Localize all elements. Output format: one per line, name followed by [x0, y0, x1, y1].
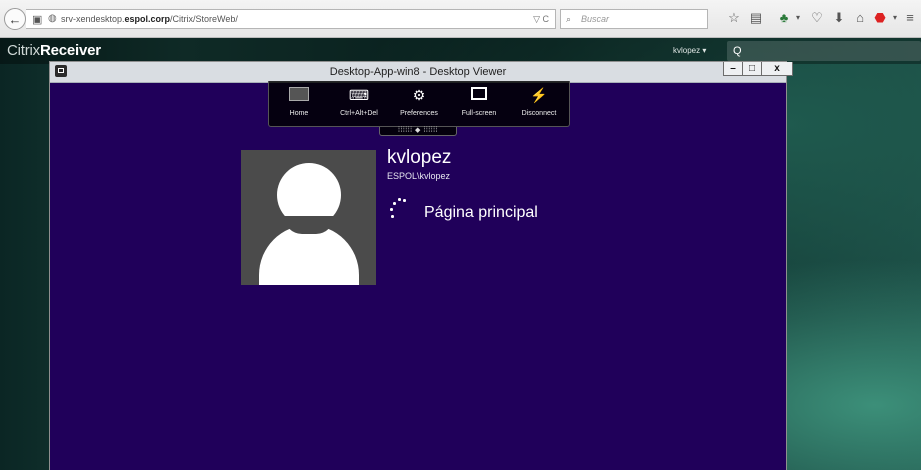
disconnect-label: Disconnect — [521, 110, 557, 117]
avatar — [241, 150, 376, 285]
home-button[interactable]: Home — [269, 81, 329, 126]
preferences-button[interactable]: ⚙ Preferences — [389, 81, 449, 126]
toolbar-drag-handle[interactable]: ⁞⁞⁞⁞⁞⁞ ◆ ⁞⁞⁞⁞⁞⁞ — [379, 127, 457, 136]
viewer-toolbar: Home ⌨ Ctrl+Alt+Del ⚙ Preferences Full-s… — [268, 81, 570, 127]
full-screen-label: Full-screen — [461, 110, 497, 117]
ctrl-alt-del-label: Ctrl+Alt+Del — [340, 110, 378, 117]
home-icon — [289, 87, 309, 101]
home-label: Home — [289, 110, 309, 117]
status-text: Página principal — [424, 204, 538, 221]
username: kvlopez — [387, 147, 452, 168]
fullscreen-icon — [471, 87, 487, 100]
user-body-icon — [259, 225, 359, 285]
keyboard-icon: ⌨ — [348, 87, 370, 103]
domain-user: ESPOL\kvlopez — [387, 171, 451, 181]
session-layer: Home ⌨ Ctrl+Alt+Del ⚙ Preferences Full-s… — [0, 0, 921, 470]
gears-icon: ⚙ — [412, 87, 426, 103]
disconnect-icon: ⚡ — [530, 87, 548, 103]
disconnect-button[interactable]: ⚡ Disconnect — [509, 81, 569, 126]
citrix-receiver-page: CitrixReceiver kvlopez ▾ Q Desktop-App-w… — [0, 38, 921, 470]
loading-spinner-icon — [388, 196, 408, 222]
preferences-label: Preferences — [400, 110, 438, 117]
full-screen-button[interactable]: Full-screen — [449, 81, 509, 126]
ctrl-alt-del-button[interactable]: ⌨ Ctrl+Alt+Del — [329, 81, 389, 126]
